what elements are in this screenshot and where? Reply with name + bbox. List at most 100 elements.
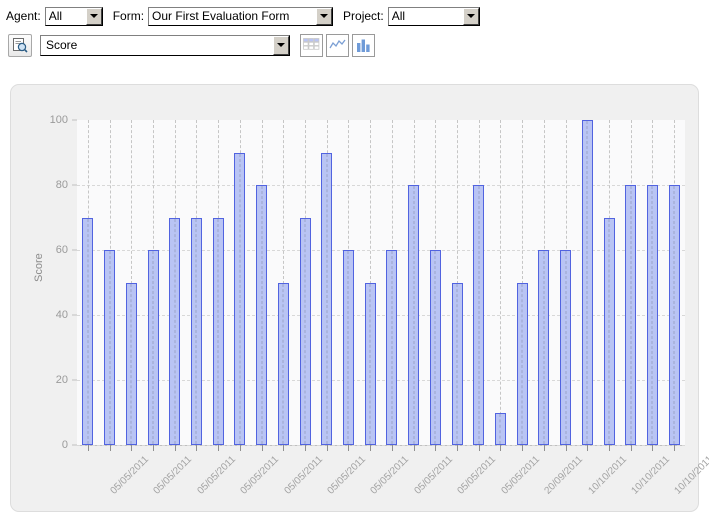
chart-bar[interactable] xyxy=(342,250,354,445)
chart-bar[interactable] xyxy=(364,282,376,445)
x-axis-tick-label: 05/05/2011 xyxy=(238,454,282,497)
y-axis-tick-mark xyxy=(72,379,77,381)
y-axis-title: Score xyxy=(33,253,45,282)
chart-bar[interactable] xyxy=(625,185,637,445)
x-axis-tick-label: 05/05/2011 xyxy=(368,454,412,497)
x-axis-tick-label: 05/05/2011 xyxy=(325,454,369,497)
preview-search-button[interactable] xyxy=(8,33,32,57)
x-axis-tick-mark xyxy=(391,445,393,451)
chart-bar[interactable] xyxy=(646,185,658,445)
chart-bar[interactable] xyxy=(190,217,202,445)
chart-bar[interactable] xyxy=(321,152,333,445)
chart-bar[interactable] xyxy=(473,185,485,445)
x-axis-tick-mark xyxy=(218,445,220,451)
y-axis-tick-mark xyxy=(72,314,77,316)
line-chart-icon xyxy=(329,39,346,48)
bar-inner-dash xyxy=(304,218,306,444)
chevron-down-icon[interactable] xyxy=(273,35,289,55)
chart-bar[interactable] xyxy=(125,282,137,445)
x-axis-tick-label: 05/05/2011 xyxy=(412,454,455,497)
x-axis-tick-mark xyxy=(348,445,350,451)
chevron-down-icon[interactable] xyxy=(462,7,479,25)
agent-filter-select[interactable]: All xyxy=(44,6,103,26)
chart-bar[interactable] xyxy=(516,282,528,445)
gridline-horizontal xyxy=(77,445,685,446)
chevron-down-icon[interactable] xyxy=(316,7,333,25)
chart-bar[interactable] xyxy=(299,217,311,445)
bar-inner-dash xyxy=(261,186,263,444)
x-axis-tick-label: 05/05/2011 xyxy=(455,454,499,497)
chart-bar[interactable] xyxy=(668,185,680,445)
x-axis-tick-mark xyxy=(261,445,263,451)
bar-inner-dash xyxy=(456,283,458,444)
y-axis-tick-mark xyxy=(72,184,77,186)
x-axis-tick-mark xyxy=(543,445,545,451)
chart-bar[interactable] xyxy=(169,217,181,445)
gridline-vertical xyxy=(500,120,502,445)
bar-inner-dash xyxy=(195,218,197,444)
chart-bar[interactable] xyxy=(256,185,268,445)
form-filter-value: Our First Evaluation Form xyxy=(152,8,290,23)
chart-bar[interactable] xyxy=(386,250,398,445)
x-axis-tick-label: 05/05/2011 xyxy=(499,454,542,497)
chart-bar[interactable] xyxy=(451,282,463,445)
bar-inner-dash xyxy=(391,251,393,444)
bar-inner-dash xyxy=(499,413,501,444)
x-axis-tick-mark xyxy=(153,445,154,451)
chart-bar[interactable] xyxy=(104,250,116,445)
chart-bar[interactable] xyxy=(603,217,615,445)
form-filter-select[interactable]: Our First Evaluation Form xyxy=(148,6,334,26)
metric-select-value: Score xyxy=(46,37,78,52)
bar-inner-dash xyxy=(673,186,675,444)
x-axis-tick-mark xyxy=(457,445,458,451)
bar-inner-dash xyxy=(347,251,349,444)
x-axis-tick-mark xyxy=(435,445,437,451)
table-view-button[interactable] xyxy=(300,33,323,57)
plot-wrapper: Score 0 20 40 60 80 100 05/05/2011 05/05/2011 05… xyxy=(11,85,709,511)
bar-inner-dash xyxy=(434,251,436,444)
metric-select[interactable]: Score xyxy=(40,34,290,56)
form-filter-label: Form: xyxy=(112,9,145,23)
x-axis-tick-mark xyxy=(131,445,133,451)
bar-inner-dash xyxy=(152,251,154,444)
bar-inner-dash xyxy=(326,153,328,444)
grid-table-icon xyxy=(303,37,320,50)
bar-inner-dash xyxy=(565,251,567,444)
x-axis-tick-label: 10/10/2011 xyxy=(586,454,629,497)
chart-bar[interactable] xyxy=(560,250,572,445)
x-axis-tick-mark xyxy=(109,445,111,451)
chart-bar[interactable] xyxy=(408,185,420,445)
line-chart-view-button[interactable] xyxy=(326,33,349,57)
chart-bar[interactable] xyxy=(429,250,441,445)
gridline-horizontal xyxy=(77,250,685,251)
x-axis-tick-label: 05/05/2011 xyxy=(195,454,238,497)
bar-inner-dash xyxy=(630,186,632,444)
x-axis-tick-mark xyxy=(174,445,176,451)
x-axis-tick-mark xyxy=(239,445,241,451)
chart-bar[interactable] xyxy=(277,282,289,445)
x-axis-tick-mark xyxy=(500,445,502,451)
x-axis-tick-mark xyxy=(196,445,198,451)
chart-bar[interactable] xyxy=(212,217,224,445)
x-axis-tick-mark xyxy=(587,445,589,451)
x-axis-tick-label: 10/10/2011 xyxy=(629,454,673,497)
chart-bar[interactable] xyxy=(581,120,593,445)
chart-bar[interactable] xyxy=(494,412,506,445)
x-axis-tick-mark xyxy=(609,445,610,451)
x-axis-tick-label: 20/09/2011 xyxy=(542,454,586,497)
project-filter-select[interactable]: All xyxy=(387,6,480,26)
chart-bar[interactable] xyxy=(234,152,246,445)
chart-bar[interactable] xyxy=(147,250,159,445)
view-toolbar: Score xyxy=(0,28,709,60)
bar-chart-icon xyxy=(357,39,370,52)
bar-inner-dash xyxy=(130,283,132,444)
bar-chart-view-button[interactable] xyxy=(352,33,375,57)
filter-toolbar: Agent: All Form: Our First Evaluation Fo… xyxy=(0,0,709,28)
project-filter-value: All xyxy=(391,8,406,23)
bar-inner-dash xyxy=(521,283,523,444)
bar-inner-dash xyxy=(369,283,371,444)
chart-bar[interactable] xyxy=(82,217,94,445)
x-axis-tick-mark xyxy=(305,445,306,451)
chart-bar[interactable] xyxy=(538,250,550,445)
chevron-down-icon[interactable] xyxy=(85,7,102,25)
